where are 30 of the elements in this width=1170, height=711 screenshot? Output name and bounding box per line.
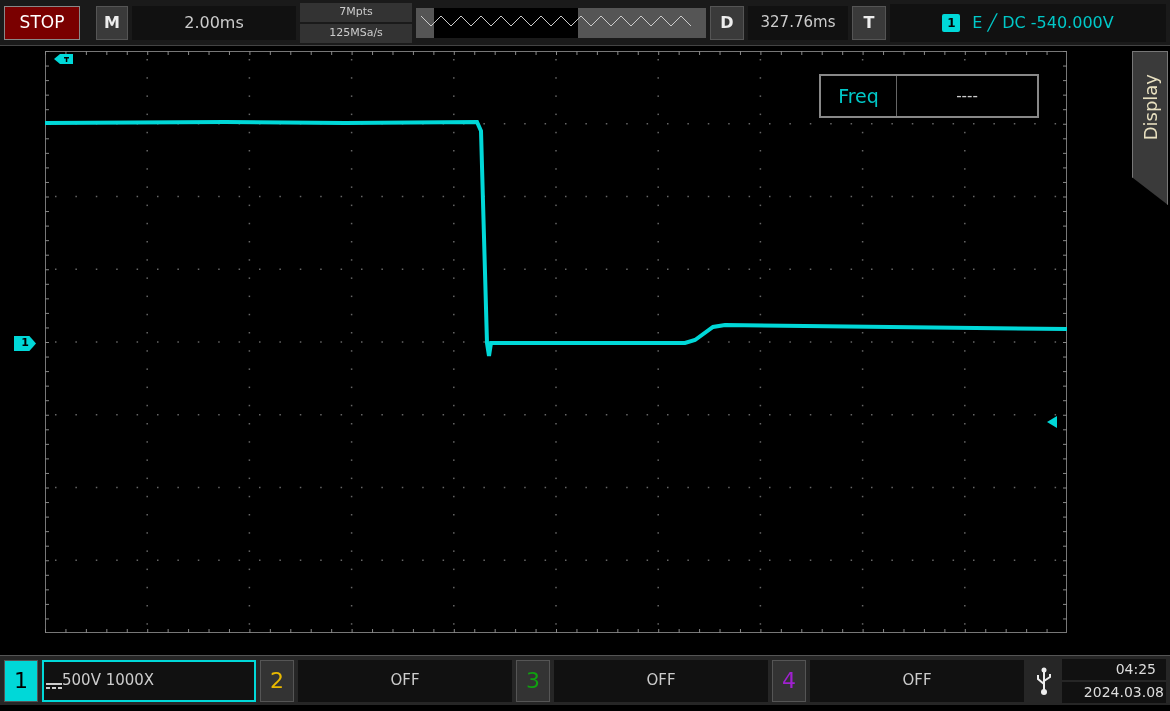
channel-setting-panel[interactable]: OFF <box>298 659 512 702</box>
delay-button[interactable]: D <box>710 5 744 40</box>
trigger-button[interactable]: T <box>852 5 886 40</box>
clock-time: 04:25 <box>1062 658 1166 680</box>
stop-button[interactable]: STOP <box>4 5 80 40</box>
timebase-value: 2.00ms <box>132 5 296 40</box>
trigger-source-badge: 1 <box>942 13 961 32</box>
measurement-label: Freq <box>821 76 897 116</box>
channel-setting: 500V 1000X <box>62 670 155 692</box>
channel-setting: OFF <box>390 670 420 692</box>
display-tab[interactable]: Display <box>1132 51 1168 205</box>
channel-setting-panel[interactable]: OFF <box>554 659 768 702</box>
trigger-position-marker-icon <box>53 53 74 65</box>
clock-date: 2024.03.08 <box>1062 681 1166 703</box>
channel-setting: OFF <box>646 670 676 692</box>
mode-button[interactable]: M <box>96 5 128 40</box>
channel-marker: 1 <box>14 336 36 351</box>
delay-value: 327.76ms <box>748 5 848 40</box>
channel-setting-panel[interactable]: OFF <box>810 659 1024 702</box>
trigger-level-marker-icon <box>1047 416 1057 428</box>
channel-setting: OFF <box>902 670 932 692</box>
channel-setting-panel[interactable]: 500V 1000X <box>42 659 256 702</box>
channel-badge[interactable]: 3 <box>516 659 550 702</box>
channel-badge[interactable]: 1 <box>4 659 38 702</box>
measurement-value: ---- <box>955 85 979 107</box>
trigger-setting: E ╱ DC -540.000V <box>972 11 1114 34</box>
memory-depth: 7Mpts <box>300 2 412 22</box>
sample-rate: 125MSa/s <box>300 23 412 43</box>
channel-badge[interactable]: 2 <box>260 659 294 702</box>
usb-icon <box>1034 665 1054 696</box>
